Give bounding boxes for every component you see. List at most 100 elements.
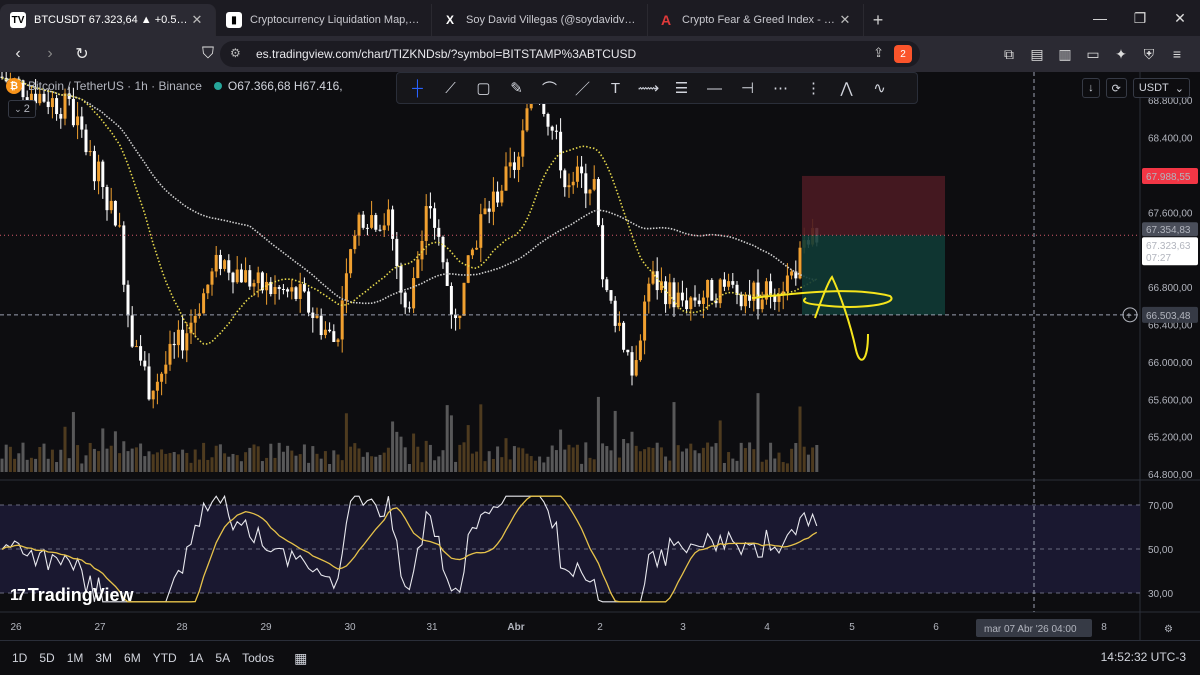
maximize-button[interactable]: ❐ [1120,0,1160,36]
timeframe-6m[interactable]: 6M [118,646,147,670]
tradingview-logo[interactable]: 17 TradingView [10,585,134,606]
text-tool-icon[interactable]: T [599,74,632,102]
symbol-legend[interactable]: ₿ Bitcoin / TetherUS · 1h · Binance O67.… [6,78,343,94]
bookmark-icon[interactable]: ⛉ [194,40,222,68]
pitchfork-tool-icon[interactable]: ⋮ [797,74,830,102]
price-tick-label: 66.800,00 [1148,283,1193,294]
candle-body [483,208,487,215]
candle-body [458,315,462,319]
minimize-button[interactable]: — [1080,0,1120,36]
xabcd-pattern-tool-icon[interactable]: ⋀ [830,74,863,102]
tab-btcusdt[interactable]: TV BTCUSDT 67.323,64 ▲ +0.54% DAI ✕ [0,4,216,36]
download-icon[interactable]: ↓ [1082,78,1100,98]
volume-bar [122,441,126,472]
reader-icon[interactable]: ▤ [1026,40,1048,68]
volume-bar [613,410,617,472]
wallet-icon[interactable]: ▭ [1082,40,1104,68]
timeframe-1d[interactable]: 1D [6,646,33,670]
timeframe-3m[interactable]: 3M [89,646,118,670]
volume-bar [101,428,105,472]
utc-clock[interactable]: 14:52:32 UTC-3 [1101,650,1186,664]
measure-tool-icon[interactable]: ⟿ [632,74,665,102]
volume-bar [155,452,159,472]
tab-fear-greed[interactable]: A Crypto Fear & Greed Index - Bitcoin S … [648,4,864,36]
new-tab-button[interactable]: + [864,4,892,36]
sidebar-icon[interactable]: ▥ [1054,40,1076,68]
tab-x-profile[interactable]: X Soy David Villegas (@soydavidvillega [432,4,648,36]
site-settings-icon[interactable]: ⚙ [230,46,241,60]
volume-bar [748,442,752,472]
timeframe-1a[interactable]: 1A [183,646,210,670]
channel-tool-icon[interactable]: ⋯ [764,74,797,102]
brush-tool-icon[interactable]: ✎ [500,74,533,102]
indicators-toggle[interactable]: ⌄ 2 [8,100,36,118]
bitcoin-icon: ₿ [6,78,22,94]
browser-tab-strip: TV BTCUSDT 67.323,64 ▲ +0.54% DAI ✕ ▮ Cr… [0,0,1200,36]
volume-bar [773,458,777,472]
sync-icon[interactable]: ⟳ [1105,78,1127,98]
time-tick-label: 29 [260,622,272,633]
candle-body [231,272,235,283]
forward-icon[interactable]: › [36,40,64,68]
close-tab-icon[interactable]: ✕ [837,12,853,28]
ray-tool-icon[interactable]: ⊣ [731,74,764,102]
volume-bar [542,462,546,472]
volume-bar [4,444,8,472]
candle-body [227,260,231,273]
path-tool-icon[interactable]: ／ [566,74,599,102]
volume-bar [420,462,424,472]
candle-body [290,287,294,292]
reload-icon[interactable]: ↻ [68,40,96,68]
elliott-wave-tool-icon[interactable]: ∿ [863,74,896,102]
volume-bar [197,459,201,472]
crosshair-tool-icon[interactable]: ┼ [401,74,434,102]
menu-icon[interactable]: ≡ [1166,40,1188,68]
vpn-icon[interactable]: ⛨ [1138,40,1160,68]
address-bar[interactable]: ⚙ es.tradingview.com/chart/TIZKNDsb/?sym… [220,41,920,67]
volume-bar [806,454,810,472]
timeframe-ytd[interactable]: YTD [147,646,183,670]
currency-select[interactable]: USDT ⌄ [1132,78,1190,98]
fib-retracement-tool-icon[interactable]: ☰ [665,74,698,102]
share-icon[interactable]: ⇪ [873,45,884,61]
time-tick-label: 27 [94,622,106,633]
tab-liquidation-map[interactable]: ▮ Cryptocurrency Liquidation Map, Cry [216,4,432,36]
trend-line-tool-icon[interactable]: ⟋ [434,74,467,102]
timeframe-5d[interactable]: 5D [33,646,60,670]
volume-bar [790,448,794,472]
volume-bar [185,452,189,472]
candle-body [525,108,529,131]
brave-shields-icon[interactable]: 2 [894,45,912,63]
volume-bar [403,447,407,472]
volume-bar [752,449,756,472]
extensions-icon[interactable]: ⧉ [998,40,1020,68]
volume-bar [588,457,592,472]
fib-tool-icon[interactable]: ⌒ [533,74,566,102]
timeframe-5a[interactable]: 5A [209,646,236,670]
volume-bar [214,445,218,472]
leo-ai-icon[interactable]: ✦ [1110,40,1132,68]
bottom-toolbar: 1D 5D 1M 3M 6M YTD 1A 5A Todos ▦ 14:52:3… [0,640,1200,675]
timeframe-todos[interactable]: Todos [236,646,280,670]
go-to-date-calendar-icon[interactable]: ▦ [294,650,307,667]
volume-bar [265,457,269,472]
tab-title: BTCUSDT 67.323,64 ▲ +0.54% DAI [34,14,189,26]
candle-body [399,266,403,293]
close-window-button[interactable]: ✕ [1160,0,1200,36]
price-tick-label: 68.400,00 [1148,133,1193,144]
price-tick-label: 66.000,00 [1148,358,1193,369]
volume-bar [756,393,760,472]
rectangle-tool-icon[interactable]: ▢ [467,74,500,102]
candle-body [286,289,290,292]
horizontal-line-tool-icon[interactable]: — [698,74,731,102]
candle-body [680,292,684,301]
volume-bar [189,462,193,472]
chart-pane[interactable]: 70,00 50,00 30,00 68.800,00 68.400,00 67.600,… [0,72,1200,640]
close-tab-icon[interactable]: ✕ [189,12,205,28]
symbol-title: Bitcoin / TetherUS · 1h · Binance [28,79,202,93]
candle-body [365,227,369,229]
back-icon[interactable]: ‹ [4,40,32,68]
timeframe-1m[interactable]: 1M [61,646,90,670]
volume-bar [701,447,705,472]
price-chart[interactable]: 70,0050,0030,0068.800,0068.400,0067.600,… [0,72,1200,640]
